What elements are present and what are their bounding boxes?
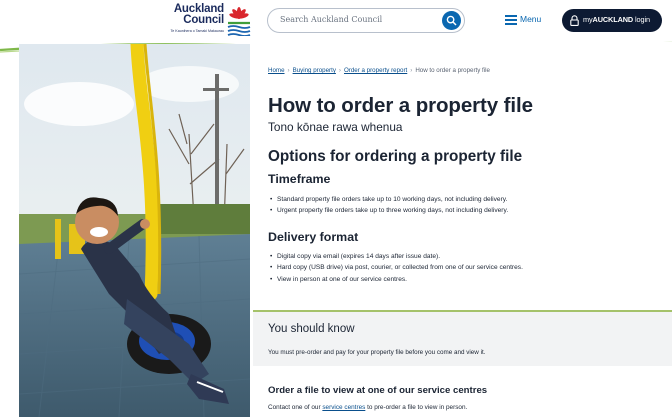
lock-icon bbox=[570, 15, 579, 26]
breadcrumb: Home › Buying property › Order a property re… bbox=[268, 67, 490, 74]
breadcrumb-separator: › bbox=[410, 67, 413, 74]
delivery-format-list: Digital copy via email (expires 14 days … bbox=[270, 251, 523, 286]
breadcrumb-separator: › bbox=[338, 67, 341, 74]
logo-wordmark: Auckland Council bbox=[164, 3, 224, 26]
breadcrumb-link-order-property-report[interactable]: Order a property report bbox=[344, 67, 407, 74]
service-centre-heading: Order a file to view at one of our servi… bbox=[268, 385, 488, 396]
you-should-know-title: You should know bbox=[268, 323, 355, 335]
list-item: Urgent property file orders take up to t… bbox=[270, 205, 508, 217]
search-icon bbox=[446, 15, 457, 26]
auckland-council-logo[interactable]: Auckland Council Te Kaunihera o Tamaki M… bbox=[164, 3, 252, 38]
list-item: View in person at one of our service cen… bbox=[270, 274, 523, 286]
main-content: Home › Buying property › Order a property re… bbox=[250, 42, 672, 417]
council-logo-icon bbox=[227, 7, 251, 36]
breadcrumb-separator: › bbox=[287, 67, 290, 74]
list-item: Standard property file orders take up to… bbox=[270, 194, 508, 206]
options-heading: Options for ordering a property file bbox=[268, 148, 523, 165]
logo-line-2: Council bbox=[183, 14, 224, 26]
you-should-know-panel: You should know You must pre-order and p… bbox=[253, 310, 672, 366]
breadcrumb-link-home[interactable]: Home bbox=[268, 67, 285, 74]
search-input[interactable]: Search Auckland Council bbox=[280, 15, 382, 24]
list-item: Hard copy (USB drive) via post, courier,… bbox=[270, 262, 523, 274]
breadcrumb-current: How to order a property file bbox=[415, 67, 490, 74]
hero-photo-child-on-tyre-swing bbox=[19, 44, 250, 417]
search-field[interactable]: Search Auckland Council bbox=[267, 8, 465, 33]
page-title: How to order a property file bbox=[268, 94, 533, 117]
you-should-know-text: You must pre-order and pay for your prop… bbox=[268, 349, 486, 356]
menu-label: Menu bbox=[520, 14, 542, 24]
hamburger-menu-icon bbox=[505, 15, 517, 25]
delivery-format-heading: Delivery format bbox=[268, 230, 359, 244]
login-label: myAUCKLAND login bbox=[583, 15, 650, 24]
list-item: Digital copy via email (expires 14 days … bbox=[270, 251, 523, 263]
search-button[interactable] bbox=[442, 11, 461, 30]
breadcrumb-link-buying-property[interactable]: Buying property bbox=[293, 67, 336, 74]
timeframe-heading: Timeframe bbox=[268, 172, 331, 186]
service-centres-link[interactable]: service centres bbox=[322, 404, 365, 411]
timeframe-list: Standard property file orders take up to… bbox=[270, 194, 508, 217]
myauckland-login-button[interactable]: myAUCKLAND login bbox=[562, 9, 662, 32]
service-centre-text: Contact one of our service centres to pr… bbox=[268, 404, 468, 411]
page-subtitle-maori: Tono kōnae rawa whenua bbox=[268, 120, 403, 134]
logo-subtitle: Te Kaunihera o Tamaki Makaurau bbox=[170, 29, 224, 33]
